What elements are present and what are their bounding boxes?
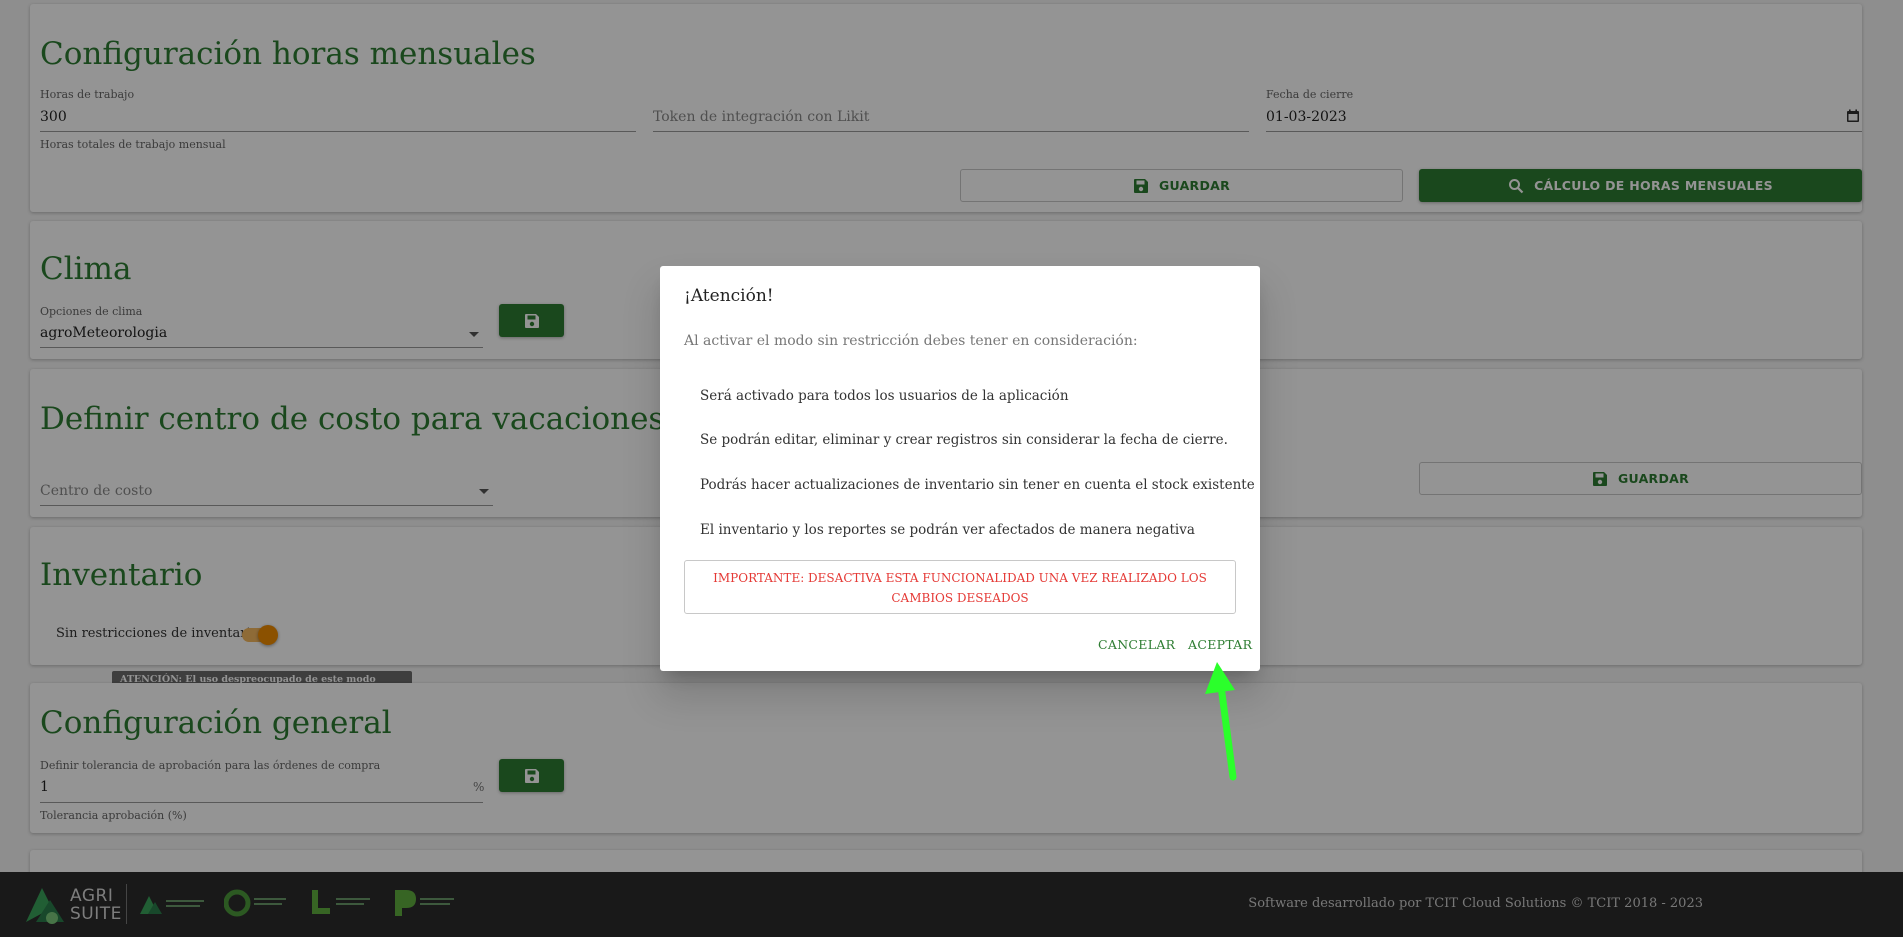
dialog-item: Podrás hacer actualizaciones de inventar… [700,477,1255,493]
dialog-title: ¡Atención! [684,286,774,306]
dialog-warning: IMPORTANTE: DESACTIVA ESTA FUNCIONALIDAD… [684,560,1236,614]
accept-button[interactable]: ACEPTAR [1188,637,1252,652]
dialog-item: Será activado para todos los usuarios de… [700,388,1069,404]
cancel-button[interactable]: CANCELAR [1098,637,1175,652]
attention-dialog: ¡Atención! Al activar el modo sin restri… [660,266,1260,671]
dialog-item: El inventario y los reportes se podrán v… [700,522,1195,538]
dialog-item: Se podrán editar, eliminar y crear regis… [700,432,1228,448]
dialog-subtitle: Al activar el modo sin restricción debes… [684,333,1138,349]
